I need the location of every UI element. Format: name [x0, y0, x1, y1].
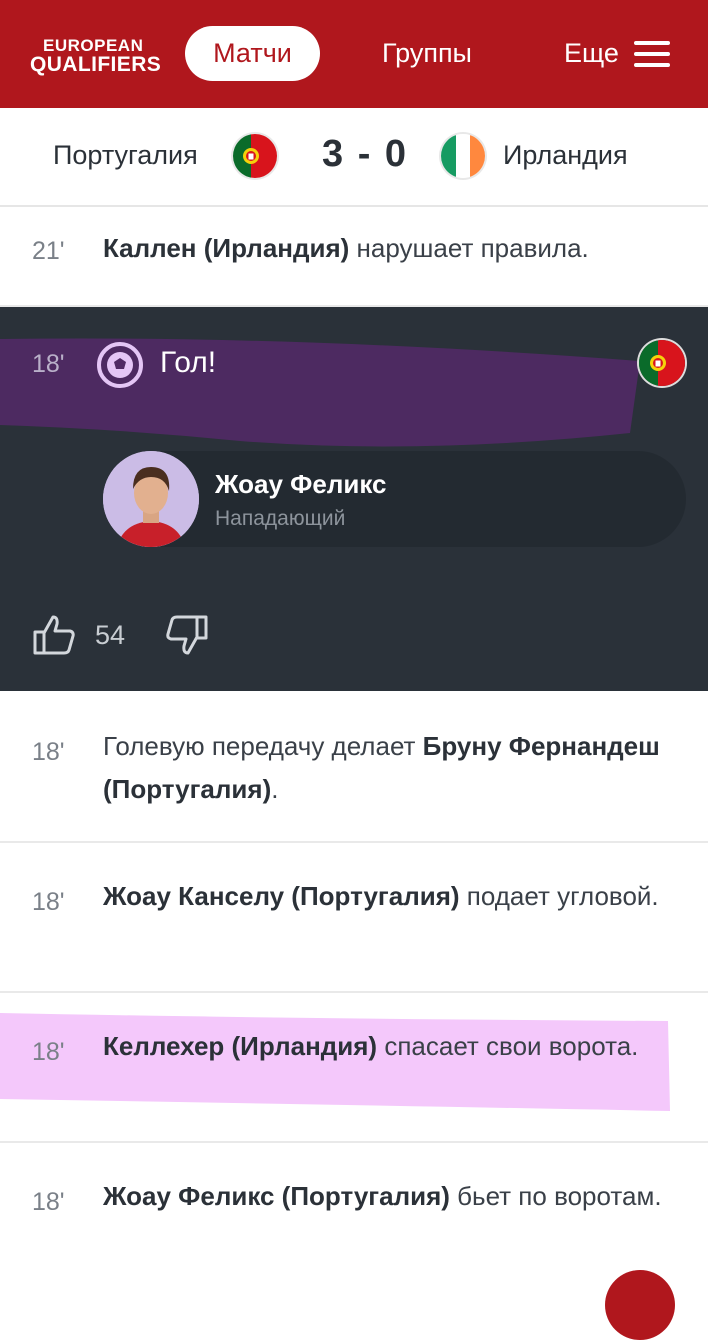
event-text: Келлехер (Ирландия) спасает свои ворота.: [103, 1025, 663, 1068]
player-card[interactable]: Жоау Феликс Нападающий: [103, 451, 686, 547]
match-score: 3 - 0: [322, 133, 409, 175]
ireland-flag-icon: [441, 134, 485, 178]
event-minute: 18': [32, 888, 65, 916]
match-score-bar: Португалия 3 - 0 Ирландия: [0, 108, 708, 207]
event-player: Жоау Феликс (Португалия): [103, 1181, 450, 1211]
menu-icon[interactable]: [634, 41, 670, 67]
event-text: Голевую передачу делает Бруну Фернандеш …: [103, 725, 663, 811]
top-navigation-bar: EUROPEAN QUALIFIERS Матчи Группы Еще: [0, 0, 708, 108]
event-description: спасает свои ворота.: [377, 1031, 639, 1061]
logo-line-2: QUALIFIERS: [30, 53, 162, 76]
event-description: Голевую передачу делает: [103, 731, 423, 761]
event-player: Жоау Канселу (Португалия): [103, 881, 460, 911]
goal-title: Гол!: [160, 346, 217, 379]
event-description: подает угловой.: [459, 881, 659, 911]
thumbs-down-icon[interactable]: [163, 614, 209, 656]
away-team-name[interactable]: Ирландия: [503, 140, 628, 171]
event-player: Келлехер (Ирландия): [103, 1031, 378, 1061]
event-description: нарушает правила.: [349, 233, 589, 263]
event-player: Каллен (Ирландия): [103, 233, 350, 263]
event-minute: 18': [32, 1038, 65, 1066]
event-description: .: [271, 774, 279, 804]
player-position: Нападающий: [215, 507, 346, 530]
event-minute: 21': [32, 237, 65, 265]
portugal-flag-icon: [639, 340, 685, 386]
event-text: Каллен (Ирландия) нарушает правила.: [103, 227, 663, 270]
home-team-name[interactable]: Португалия: [53, 140, 198, 171]
commentary-item: 18' Голевую передачу делает Бруну Фернан…: [0, 693, 708, 843]
thumbs-up-icon[interactable]: [32, 614, 76, 656]
goal-minute: 18': [32, 350, 65, 378]
commentary-item: 18' Жоау Феликс (Португалия) бьет по вор…: [0, 1143, 708, 1280]
player-name: Жоау Феликс: [215, 469, 387, 499]
tab-matches[interactable]: Матчи: [185, 26, 320, 81]
event-text: Жоау Канселу (Португалия) подает угловой…: [103, 875, 663, 918]
commentary-item: 21' Каллен (Ирландия) нарушает правила.: [0, 207, 708, 307]
like-count: 54: [95, 620, 126, 650]
tab-more[interactable]: Еще: [564, 26, 619, 81]
event-minute: 18': [32, 738, 65, 766]
commentary-item: 18' Жоау Канселу (Португалия) подает угл…: [0, 843, 708, 993]
event-description: бьет по воротам.: [449, 1181, 662, 1211]
portugal-flag-icon: [233, 134, 277, 178]
tab-groups[interactable]: Группы: [382, 26, 472, 81]
floating-action-button[interactable]: [605, 1270, 675, 1340]
commentary-item: 18' Келлехер (Ирландия) спасает свои вор…: [0, 993, 708, 1143]
football-icon: [96, 341, 144, 389]
european-qualifiers-logo[interactable]: EUROPEAN QUALIFIERS: [30, 36, 162, 76]
event-minute: 18': [32, 1188, 65, 1216]
event-text: Жоау Феликс (Португалия) бьет по воротам…: [103, 1175, 663, 1218]
player-avatar: [103, 451, 199, 547]
